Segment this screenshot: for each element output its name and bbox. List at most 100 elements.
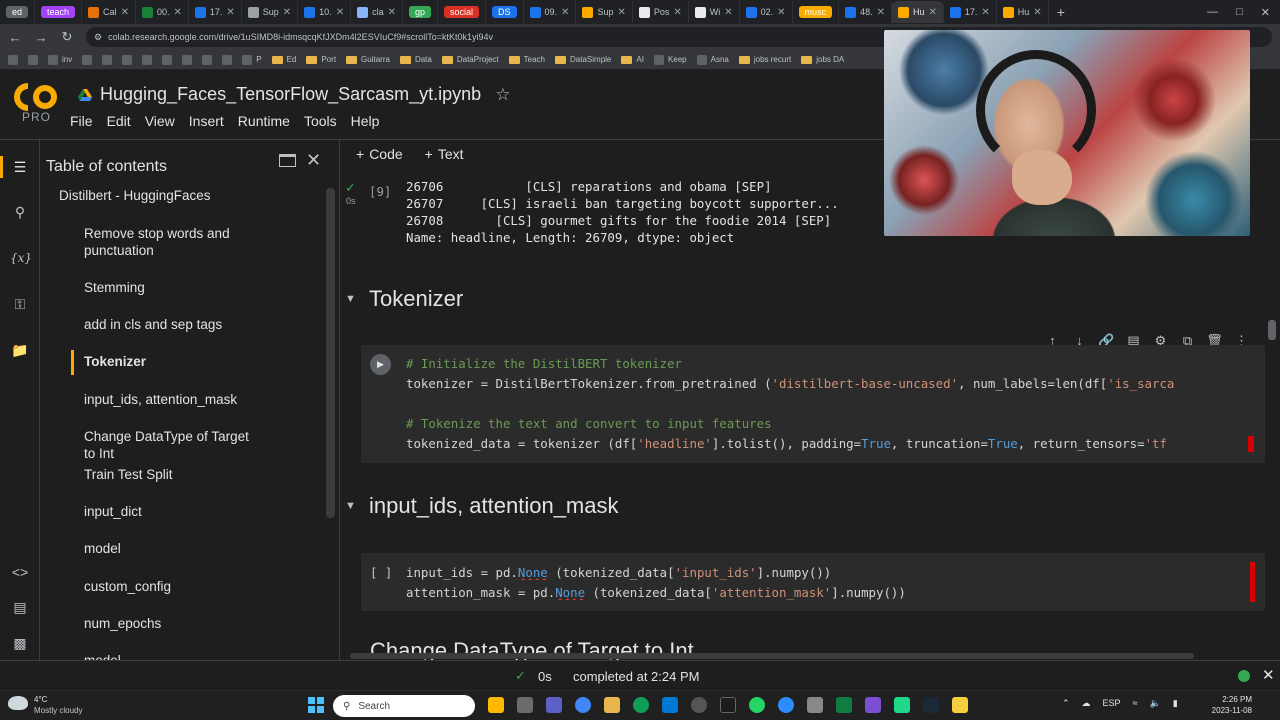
bookmark-folder[interactable]: jobs recurt [738,55,791,64]
code-line[interactable]: # Tokenize the text and convert to input… [406,416,1258,431]
open-in-tab-icon[interactable] [279,154,296,167]
variables-icon[interactable]: {x} [10,248,32,268]
bookmark-item[interactable] [122,54,133,65]
maximize-icon[interactable]: □ [1236,6,1243,19]
close-tab-icon[interactable]: ✕ [388,7,396,18]
bookmark-item[interactable] [182,54,193,65]
terminal-app-icon[interactable] [720,697,736,713]
bookmark-folder[interactable]: Guitarra [346,55,390,64]
browser-tab[interactable]: 48. ✕ [839,1,892,23]
taskbar-search[interactable]: ⚲ Search [333,695,475,717]
toc-item[interactable]: model [84,540,259,557]
close-tab-icon[interactable]: ✕ [121,7,129,18]
close-tab-icon[interactable]: ✕ [173,7,181,18]
app-icon[interactable] [865,697,881,713]
bookmark-item[interactable] [162,54,173,65]
teams-icon[interactable] [546,697,562,713]
menu-item[interactable]: View [145,113,175,129]
menu-item[interactable]: Edit [107,113,131,129]
toc-item[interactable]: input_dict [84,503,259,520]
browser-tab[interactable]: Sup ✕ [576,1,633,23]
toc-item[interactable]: Remove stop words and punctuation [84,225,259,259]
toc-item[interactable]: Distilbert - HuggingFaces [59,187,289,204]
terminal-icon[interactable]: ▩ [10,633,30,653]
browser-tab[interactable]: 10. ✕ [298,1,352,23]
bookmark-item[interactable] [142,54,153,65]
cloud-icon[interactable] [8,696,28,710]
close-tab-icon[interactable]: ✕ [617,7,625,18]
close-tab-icon[interactable]: ✕ [226,7,234,18]
close-tab-icon[interactable]: ✕ [877,7,885,18]
close-icon[interactable]: ✕ [1262,666,1275,684]
bookmark-folder[interactable]: AI [621,55,644,64]
secrets-key-icon[interactable]: ⚿ [10,294,30,314]
bookmark-item[interactable] [202,54,213,65]
browser-tab[interactable]: Sup ✕ [242,1,299,23]
pycharm-icon[interactable] [894,697,910,713]
close-tab-icon[interactable]: ✕ [777,7,785,18]
section-input-ids[interactable]: ▼ input_ids, attention_mask [345,493,619,519]
windows-start-icon[interactable] [308,697,324,713]
battery-icon[interactable]: ▮ [1173,698,1178,709]
copilot-icon[interactable] [488,697,504,713]
browser-tab[interactable]: cla ✕ [351,1,403,23]
browser-tab[interactable]: 00. ✕ [136,1,189,23]
collapse-caret-icon[interactable]: ▼ [345,500,357,512]
close-tab-icon[interactable]: ✕ [336,7,344,18]
bookmark-item[interactable] [28,54,38,65]
steam-icon[interactable] [923,697,939,713]
browser-tab[interactable]: social [438,1,487,23]
browser-tab[interactable]: 17. ✕ [944,1,997,23]
file-explorer-icon[interactable] [604,697,620,713]
vscode-icon[interactable] [662,697,678,713]
add-code-button[interactable]: + Code [356,146,403,162]
browser-tab[interactable]: musc [793,1,840,23]
run-cell-button[interactable]: ▶ [370,354,391,375]
bookmark-folder[interactable]: DataSimple [555,55,611,64]
close-tab-icon[interactable]: ✕ [1033,7,1041,18]
code-line[interactable]: attention_mask = pd.None (tokenized_data… [406,585,1258,600]
browser-tab[interactable]: DS [486,1,524,23]
bookmark-item[interactable] [102,54,113,65]
code-snippets-icon[interactable]: <> [10,562,30,582]
vertical-scrollbar[interactable] [1268,320,1276,340]
sticky-notes-icon[interactable] [952,697,968,713]
bookmark-folder[interactable]: Teach [508,55,545,64]
close-tab-icon[interactable]: ✕ [561,7,569,18]
horizontal-scrollbar[interactable] [350,653,1194,659]
bookmark-item[interactable]: P [242,54,262,65]
clock-time[interactable]: 2:26 PM [1208,695,1252,704]
site-info-icon[interactable]: ⚙ [94,32,102,43]
code-line[interactable]: # Initialize the DistilBERT tokenizer [406,356,1258,371]
toc-item[interactable]: add in cls and sep tags [84,316,259,333]
menu-item[interactable]: File [70,113,93,129]
bookmark-item[interactable]: Asna [696,54,729,65]
toc-item[interactable]: num_epochs [84,615,259,632]
menu-item[interactable]: Tools [304,113,337,129]
language-indicator[interactable]: ESP [1103,698,1121,709]
bookmark-item[interactable] [82,54,93,65]
minimize-icon[interactable]: — [1207,6,1218,19]
menu-item[interactable]: Runtime [238,113,290,129]
tab-group-label[interactable]: ed [6,6,29,18]
chrome-icon[interactable] [575,697,591,713]
tab-group-label[interactable]: DS [492,6,517,18]
whatsapp-icon[interactable] [749,697,765,713]
toc-item[interactable]: input_ids, attention_mask [84,391,259,408]
browser-tab[interactable]: gp [403,1,438,23]
tab-group-label[interactable]: musc [798,6,833,18]
menu-item[interactable]: Insert [189,113,224,129]
menu-item[interactable]: Help [351,113,380,129]
star-icon[interactable]: ☆ [495,85,510,105]
files-folder-icon[interactable]: 📁 [10,340,30,360]
bookmark-item[interactable] [8,54,18,65]
clock-date[interactable]: 2023-11-08 [1202,706,1252,715]
back-icon[interactable]: ← [8,30,22,45]
browser-tab[interactable]: Hu ✕ [891,1,944,23]
runtime-status-dot[interactable] [1238,670,1250,682]
command-palette-icon[interactable]: ▤ [10,597,30,617]
browser-tab[interactable]: Pos ✕ [633,1,689,23]
collapse-caret-icon[interactable]: ▼ [345,293,357,305]
bookmark-item[interactable] [222,54,233,65]
code-line[interactable]: tokenizer = DistilBertTokenizer.from_pre… [406,376,1258,391]
